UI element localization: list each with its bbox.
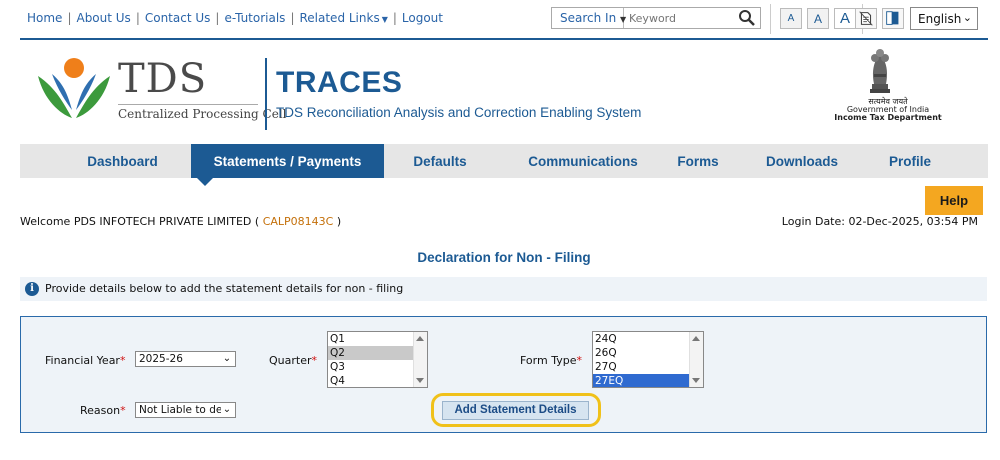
scroll-up-icon[interactable]	[416, 336, 424, 341]
nav-statements-payments[interactable]: Statements / Payments	[191, 144, 384, 178]
listbox-scrollbar[interactable]	[413, 332, 427, 387]
info-bar: i Provide details below to add the state…	[20, 277, 987, 301]
quarter-option[interactable]: Q4	[328, 374, 413, 387]
financial-year-select[interactable]: 2025-26 ⌄	[135, 351, 236, 367]
department-label: Income Tax Department	[834, 113, 942, 122]
logo-subtext: Centralized Processing Cell	[118, 107, 287, 121]
quarter-listbox[interactable]: Q1 Q2 Q3 Q4	[327, 331, 428, 388]
nav-communications[interactable]: Communications	[503, 144, 663, 178]
tds-logo-icon[interactable]	[34, 54, 114, 124]
financial-year-label: Financial Year*	[45, 354, 125, 367]
font-size-medium-button[interactable]: A	[807, 8, 829, 29]
site-header: TDS Centralized Processing Cell TRACES T…	[20, 40, 988, 140]
scroll-up-icon[interactable]	[692, 336, 700, 341]
form-type-label: Form Type*	[520, 354, 582, 367]
form-type-option[interactable]: 27Q	[593, 360, 689, 374]
reason-label: Reason*	[80, 404, 126, 417]
header-divider	[265, 58, 267, 130]
search-icon[interactable]	[737, 9, 757, 27]
top-utility-bar: Home | About Us | Contact Us | e-Tutorials | Rel…	[20, 0, 988, 40]
reason-select[interactable]: Not Liable to dec ⌄	[135, 402, 236, 418]
link-separator: |	[135, 11, 140, 25]
scroll-down-icon[interactable]	[692, 378, 700, 383]
chevron-down-icon: ⌄	[221, 352, 233, 366]
main-nav: Dashboard Statements / Payments Defaults…	[20, 144, 988, 178]
nav-downloads[interactable]: Downloads	[750, 144, 854, 178]
form-type-option-selected[interactable]: 27EQ	[593, 374, 689, 387]
search-in-label: Search In	[560, 11, 617, 25]
link-separator: |	[392, 11, 397, 25]
e-tutorials-link[interactable]: e-Tutorials	[224, 11, 285, 25]
chevron-down-icon: ⌄	[221, 403, 233, 417]
page-title: Declaration for Non - Filing	[417, 250, 591, 265]
financial-year-label-text: Financial Year	[45, 354, 120, 367]
info-icon: i	[25, 282, 39, 296]
home-link[interactable]: Home	[27, 11, 62, 25]
statement-form: Financial Year* 2025-26 ⌄ Quarter* Q1 Q2…	[20, 316, 987, 433]
link-separator: |	[67, 11, 72, 25]
quarter-label-text: Quarter	[269, 354, 312, 367]
logo-divider	[118, 104, 258, 105]
font-size-small-button[interactable]: A	[780, 8, 802, 29]
active-tab-pointer	[197, 178, 213, 186]
welcome-prefix: Welcome PDS INFOTECH PRIVATE LIMITED (	[20, 215, 260, 228]
tds-logo-text: TDS	[118, 56, 208, 102]
top-links: Home | About Us | Contact Us | e-Tutorials | Rel…	[27, 11, 443, 25]
info-text: Provide details below to add the stateme…	[45, 282, 404, 295]
financial-year-value: 2025-26	[139, 353, 183, 365]
add-statement-details-button[interactable]: Add Statement Details	[442, 401, 589, 420]
caret-down-icon: ▼	[381, 15, 388, 24]
listbox-scrollbar[interactable]	[689, 332, 703, 387]
link-separator: |	[290, 11, 295, 25]
welcome-suffix: )	[336, 215, 342, 228]
quarter-option-selected[interactable]: Q2	[328, 346, 413, 360]
login-date: Login Date: 02-Dec-2025, 03:54 PM	[781, 215, 978, 228]
quarter-option[interactable]: Q3	[328, 360, 413, 374]
form-type-label-text: Form Type	[520, 354, 577, 367]
chevron-down-icon: ⌄	[962, 11, 972, 24]
required-marker: *	[119, 354, 126, 367]
required-marker: *	[576, 354, 582, 367]
scroll-down-icon[interactable]	[416, 378, 424, 383]
user-id: CALP08143C	[262, 215, 334, 228]
search-box: Search In ▼	[551, 7, 761, 29]
toolbar-divider	[770, 4, 771, 34]
related-links-dropdown[interactable]: Related Links ▼	[299, 11, 387, 25]
required-marker: *	[120, 404, 126, 417]
site-subtitle: TDS Reconciliation Analysis and Correcti…	[276, 105, 642, 120]
reason-value: Not Liable to dec	[139, 404, 229, 416]
language-select[interactable]: English ⌄	[910, 7, 978, 30]
required-marker: *	[311, 354, 318, 367]
search-in-dropdown[interactable]: Search In ▼	[552, 8, 626, 28]
contrast-icon[interactable]	[882, 8, 904, 29]
quarter-label: Quarter*	[269, 354, 317, 367]
logout-link[interactable]: Logout	[402, 11, 443, 25]
form-type-listbox[interactable]: 24Q 26Q 27Q 27EQ	[592, 331, 704, 388]
about-us-link[interactable]: About Us	[76, 11, 130, 25]
nav-profile[interactable]: Profile	[870, 144, 950, 178]
search-input[interactable]	[625, 8, 735, 28]
contact-us-link[interactable]: Contact Us	[145, 11, 211, 25]
link-separator: |	[215, 11, 220, 25]
nav-forms[interactable]: Forms	[665, 144, 731, 178]
help-button[interactable]: Help	[925, 186, 983, 215]
form-type-option[interactable]: 26Q	[593, 346, 689, 360]
national-emblem-icon	[870, 49, 890, 93]
nav-defaults[interactable]: Defaults	[395, 144, 485, 178]
pdf-document-icon[interactable]	[855, 8, 877, 29]
form-type-option[interactable]: 24Q	[593, 332, 689, 346]
language-value: English	[918, 12, 962, 26]
quarter-option[interactable]: Q1	[328, 332, 413, 346]
related-links-label: Related Links	[299, 11, 380, 25]
site-title: TRACES	[276, 66, 403, 99]
welcome-message: Welcome PDS INFOTECH PRIVATE LIMITED ( C…	[20, 215, 341, 228]
nav-dashboard[interactable]: Dashboard	[60, 144, 185, 178]
font-size-large-button[interactable]: A	[834, 8, 856, 29]
reason-label-text: Reason	[80, 404, 121, 417]
